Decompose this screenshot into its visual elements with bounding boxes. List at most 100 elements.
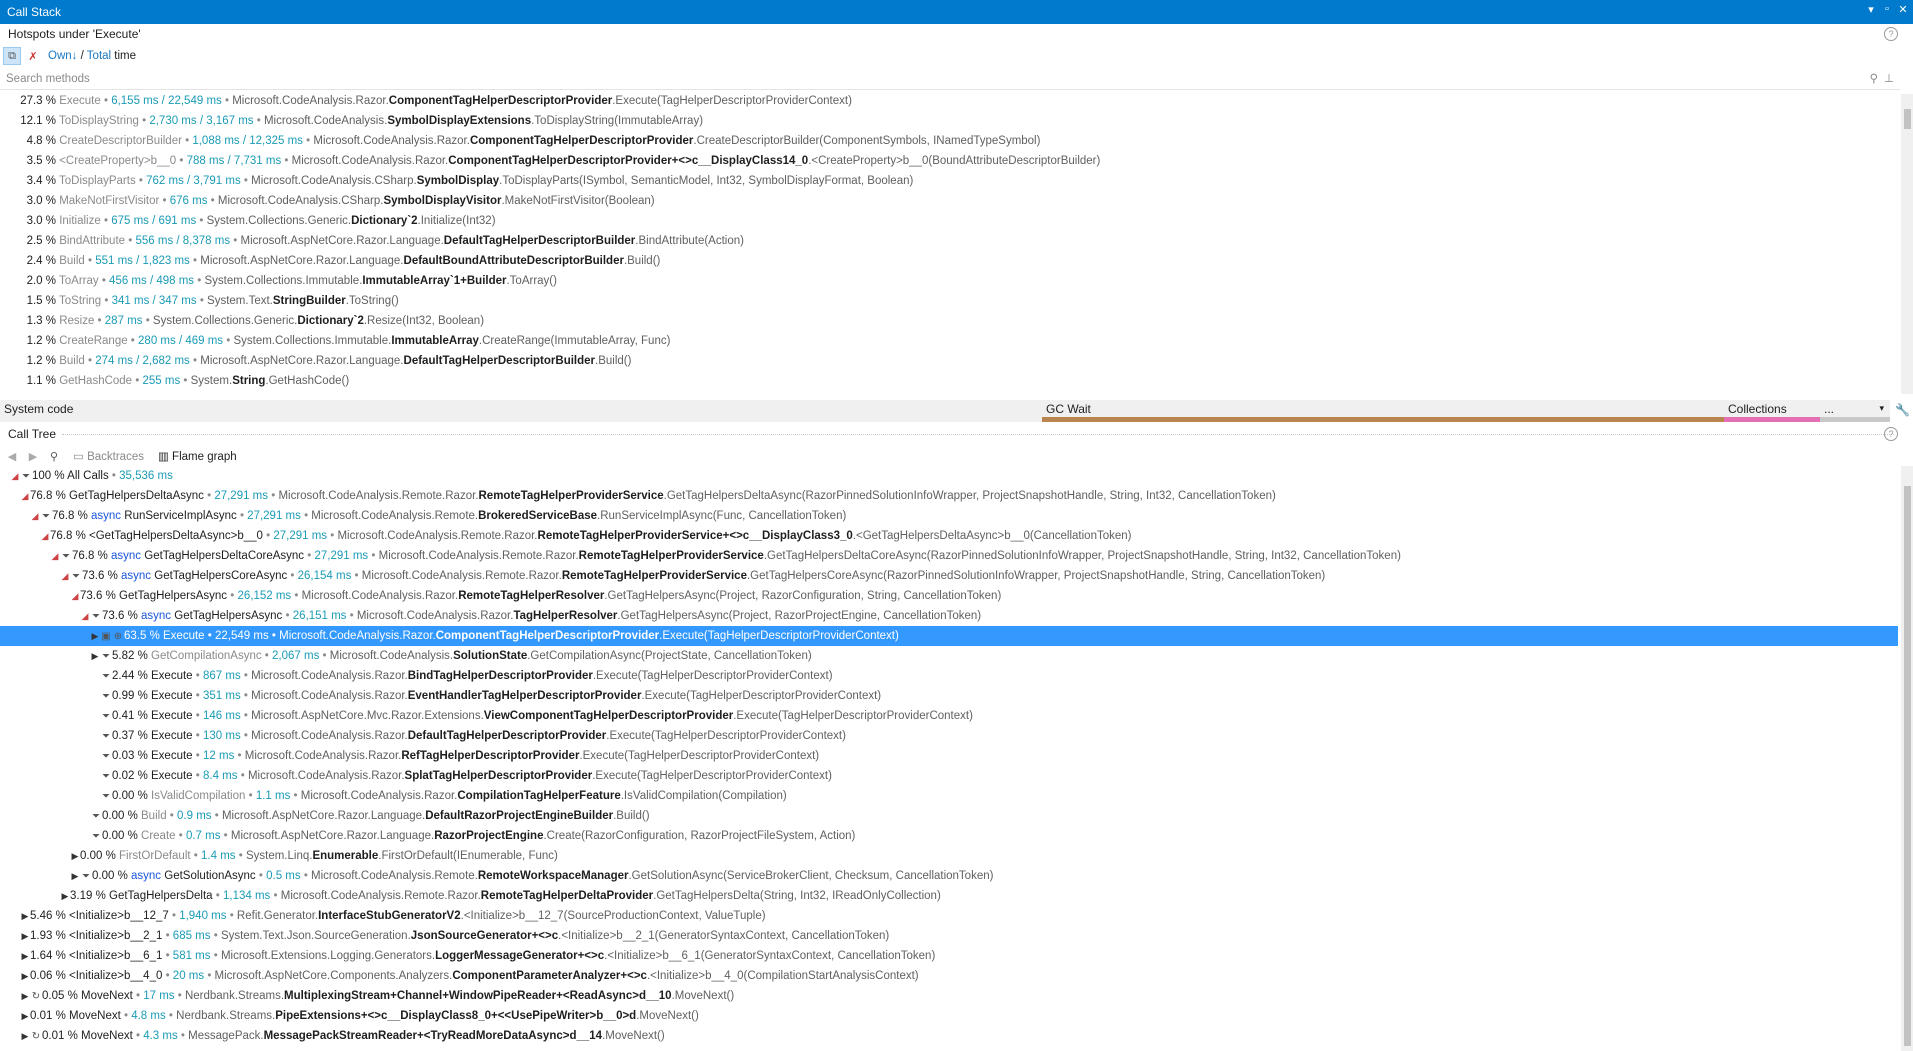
- class-name: DefaultTagHelperDescriptorProvider: [407, 730, 607, 742]
- search-options-icon[interactable]: ⚲: [1870, 71, 1878, 85]
- tree-row[interactable]: ◢ 73.6 % GetTagHelpersAsync • 26,152 ms •…: [0, 586, 1898, 606]
- tree-row[interactable]: ▶ 1.64 % <Initialize>b__6_1 • 581 ms • Mi…: [0, 946, 1898, 966]
- hotspot-row[interactable]: 2.5 % BindAttribute • 556 ms / 8,378 ms …: [0, 231, 1898, 251]
- hotspot-row[interactable]: 1.2 % Build • 274 ms / 2,682 ms • Micros…: [0, 351, 1898, 371]
- tree-row[interactable]: ▶ 5.46 % <Initialize>b__12_7 • 1,940 ms •…: [0, 906, 1898, 926]
- calltree-scroll-thumb[interactable]: [1904, 486, 1911, 1046]
- system-code-segment[interactable]: System code: [0, 400, 1042, 422]
- calltree-scrollbar[interactable]: [1901, 466, 1913, 1051]
- tree-row[interactable]: ⏷ 0.02 % Execute • 8.4 ms • Microsoft.Cod…: [0, 766, 1898, 786]
- tree-row[interactable]: ▶ ⏷ 0.00 % async GetSolutionAsync • 0.5 ms…: [0, 866, 1898, 886]
- tree-row[interactable]: ⏷ 2.44 % Execute • 867 ms • Microsoft.Cod…: [0, 666, 1898, 686]
- hotspot-row[interactable]: 2.0 % ToArray • 456 ms / 498 ms • System…: [0, 271, 1898, 291]
- collapsed-arrow-icon[interactable]: ▶: [20, 1006, 30, 1026]
- pin-icon[interactable]: ⊥: [1884, 71, 1894, 85]
- hotspot-row[interactable]: 1.3 % Resize • 287 ms • System.Collectio…: [0, 311, 1898, 331]
- method-params: .ToString(): [345, 295, 399, 307]
- gc-wait-segment[interactable]: GC Wait: [1042, 400, 1724, 422]
- tree-row[interactable]: ⏷ 0.41 % Execute • 146 ms • Microsoft.Asp…: [0, 706, 1898, 726]
- close-icon[interactable]: ✕: [1896, 3, 1910, 16]
- collapsed-arrow-icon[interactable]: ▶: [20, 926, 30, 946]
- flame-graph-button[interactable]: ▥ Flame graph: [158, 449, 237, 463]
- help-icon[interactable]: ?: [1884, 27, 1898, 41]
- collapsed-arrow-icon[interactable]: ▶: [20, 946, 30, 966]
- expanded-arrow-icon[interactable]: ◢: [50, 546, 60, 566]
- tree-row[interactable]: ⏷ 0.99 % Execute • 351 ms • Microsoft.Cod…: [0, 686, 1898, 706]
- tree-row[interactable]: ◢ ⏷ 76.8 % async GetTagHelpersDeltaCoreAsy…: [0, 546, 1898, 566]
- hotspot-row[interactable]: 3.0 % Initialize • 675 ms / 691 ms • Sys…: [0, 211, 1898, 231]
- collapsed-arrow-icon[interactable]: ▶: [20, 906, 30, 926]
- tree-row[interactable]: ▶ 0.00 % FirstOrDefault • 1.4 ms • System…: [0, 846, 1898, 866]
- tree-row[interactable]: ▶ ⏷ 5.82 % GetCompilationAsync • 2,067 ms …: [0, 646, 1898, 666]
- hotspot-row[interactable]: 3.0 % MakeNotFirstVisitor • 676 ms • Mic…: [0, 191, 1898, 211]
- hotspot-row[interactable]: 1.2 % CreateRange • 280 ms / 469 ms • Sy…: [0, 331, 1898, 351]
- tree-row[interactable]: ◢ 76.8 % GetTagHelpersDeltaAsync • 27,291…: [0, 486, 1898, 506]
- tree-row[interactable]: ▶ 1.93 % <Initialize>b__2_1 • 685 ms • Sy…: [0, 926, 1898, 946]
- tree-row[interactable]: ◢ ⏷ 73.6 % async GetTagHelpersAsync • 26,1…: [0, 606, 1898, 626]
- hotspot-scroll-thumb[interactable]: [1904, 109, 1911, 129]
- collapsed-arrow-icon[interactable]: ▶: [20, 1026, 30, 1046]
- focus-node-icon[interactable]: ⊕: [112, 627, 124, 647]
- merge-icon[interactable]: ⧉: [3, 47, 21, 65]
- tree-row[interactable]: ▶ 3.19 % GetTagHelpersDelta • 1,134 ms • …: [0, 886, 1898, 906]
- hotspot-row[interactable]: 12.1 % ToDisplayString • 2,730 ms / 3,16…: [0, 111, 1898, 131]
- tree-row[interactable]: ⏷ 0.03 % Execute • 12 ms • Microsoft.Code…: [0, 746, 1898, 766]
- separator: •: [192, 690, 203, 702]
- hotspot-row[interactable]: 2.4 % Build • 551 ms / 1,823 ms • Micros…: [0, 251, 1898, 271]
- tree-row[interactable]: ⏷ 0.00 % Create • 0.7 ms • Microsoft.AspN…: [0, 826, 1898, 846]
- expanded-arrow-icon[interactable]: ◢: [10, 466, 20, 486]
- time-mode-selector[interactable]: Own↓ / Total time: [48, 50, 136, 62]
- expanded-arrow-icon[interactable]: ◢: [30, 506, 40, 526]
- search-methods-input[interactable]: [0, 72, 1808, 86]
- collapsed-arrow-icon[interactable]: ▶: [20, 966, 30, 986]
- exclude-icon[interactable]: ✗: [24, 47, 42, 65]
- tree-row[interactable]: ◢ 76.8 % <GetTagHelpersDeltaAsync>b__0 • …: [0, 526, 1898, 546]
- expanded-arrow-icon[interactable]: ◢: [60, 566, 70, 586]
- tree-row[interactable]: ⏷ 0.00 % Build • 0.9 ms • Microsoft.AspNe…: [0, 806, 1898, 826]
- window-titlebar: Call Stack ▾ ▫ ✕: [0, 0, 1913, 24]
- collections-segment[interactable]: Collections: [1724, 400, 1820, 422]
- back-icon[interactable]: ◀: [3, 447, 21, 465]
- tree-row[interactable]: ⏷ 0.37 % Execute • 130 ms • Microsoft.Cod…: [0, 726, 1898, 746]
- tree-row[interactable]: ▶ ↻ 0.01 % MoveNext • 4.3 ms • MessagePack…: [0, 1026, 1898, 1046]
- hotspot-scrollbar[interactable]: [1901, 94, 1913, 394]
- tree-row[interactable]: ▶ 0.06 % <Initialize>b__4_0 • 20 ms • Mic…: [0, 966, 1898, 986]
- tree-row[interactable]: ▶ 0.01 % MoveNext • 4.8 ms • Nerdbank.Str…: [0, 1006, 1898, 1026]
- method-name: CreateDescriptorBuilder: [59, 135, 182, 147]
- more-dropdown-icon[interactable]: ▾: [1879, 403, 1884, 414]
- expanded-arrow-icon[interactable]: ◢: [80, 606, 90, 626]
- hotspot-row[interactable]: 4.8 % CreateDescriptorBuilder • 1,088 ms…: [0, 131, 1898, 151]
- total-time-link[interactable]: Total: [87, 50, 111, 62]
- settings-wrench-icon[interactable]: 🔧: [1895, 403, 1910, 417]
- backtraces-button[interactable]: ▭ Backtraces: [73, 449, 144, 463]
- hotspot-row[interactable]: 3.5 % <CreateProperty>b__0 • 788 ms / 7,…: [0, 151, 1898, 171]
- collapsed-arrow-icon[interactable]: ▶: [70, 866, 80, 886]
- hotspot-row[interactable]: 27.3 % Execute • 6,155 ms / 22,549 ms • …: [0, 91, 1898, 111]
- hotspot-row[interactable]: 3.4 % ToDisplayParts • 762 ms / 3,791 ms…: [0, 171, 1898, 191]
- tree-row[interactable]: ◢ ⏷ 73.6 % async GetTagHelpersCoreAsync • …: [0, 566, 1898, 586]
- collapsed-arrow-icon[interactable]: ▶: [90, 646, 100, 666]
- hotspot-row[interactable]: 1.5 % ToString • 341 ms / 347 ms • Syste…: [0, 291, 1898, 311]
- method-name: Build: [59, 255, 85, 267]
- expanded-arrow-icon[interactable]: ◢: [70, 586, 80, 606]
- tree-row[interactable]: ⏷ 0.00 % IsValidCompilation • 1.1 ms • Mi…: [0, 786, 1898, 806]
- pin-node-icon[interactable]: ▣: [100, 627, 112, 647]
- maximize-icon[interactable]: ▫: [1880, 3, 1894, 15]
- tree-row[interactable]: ◢ ⏷ 76.8 % async RunServiceImplAsync • 27,…: [0, 506, 1898, 526]
- search-icon[interactable]: ⚲: [45, 447, 63, 465]
- hotspot-row[interactable]: 1.1 % GetHashCode • 255 ms • System.Stri…: [0, 371, 1898, 391]
- collapsed-arrow-icon[interactable]: ▶: [90, 626, 100, 646]
- expanded-arrow-icon[interactable]: ◢: [40, 526, 50, 546]
- forward-icon[interactable]: ▶: [24, 447, 42, 465]
- more-segment[interactable]: ... ▾: [1820, 400, 1890, 422]
- dropdown-icon[interactable]: ▾: [1864, 3, 1878, 16]
- collapsed-arrow-icon[interactable]: ▶: [60, 886, 70, 906]
- own-time-link[interactable]: Own: [48, 50, 72, 62]
- collapsed-arrow-icon[interactable]: ▶: [20, 986, 30, 1006]
- calltree-help-icon[interactable]: ?: [1884, 427, 1898, 441]
- tree-row[interactable]: ◢ ⏷ 100 % All Calls • 35,536 ms: [0, 466, 1898, 486]
- tree-row[interactable]: ▶ ▣ ⊕ 63.5 % Execute • 22,549 ms • Microsof…: [0, 626, 1898, 646]
- collapsed-arrow-icon[interactable]: ▶: [70, 846, 80, 866]
- expanded-arrow-icon[interactable]: ◢: [20, 486, 30, 506]
- tree-row[interactable]: ▶ ↻ 0.05 % MoveNext • 17 ms • Nerdbank.Str…: [0, 986, 1898, 1006]
